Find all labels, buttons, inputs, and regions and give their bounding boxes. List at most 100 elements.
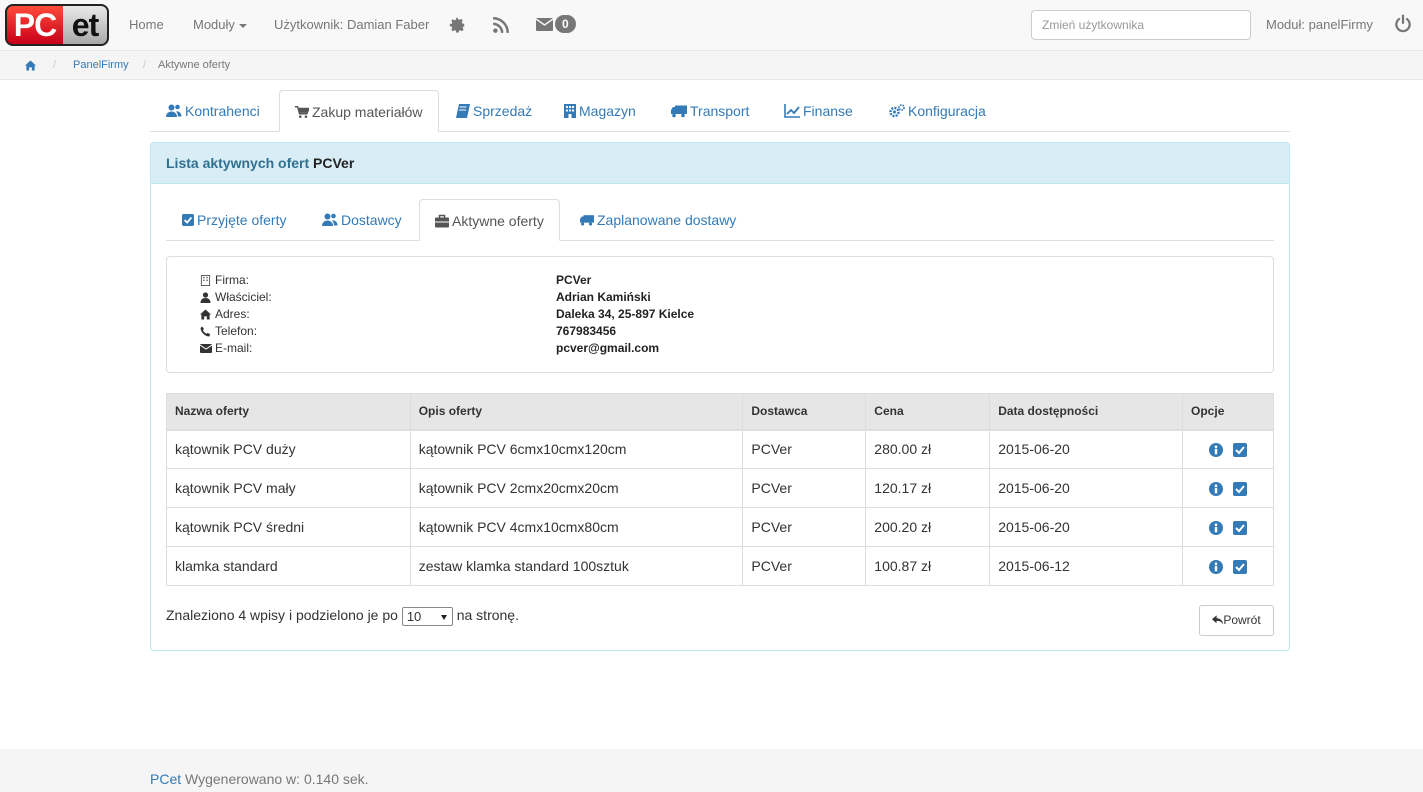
back-button-label: Powrót: [1223, 613, 1261, 627]
cell-options: [1182, 507, 1274, 547]
subtab-zaplanowane-dostawy[interactable]: Zaplanowane dostawy: [580, 199, 736, 241]
info-owner-label: Właściciel:: [215, 290, 272, 304]
subtab-aktywne-oferty[interactable]: Aktywne oferty: [419, 199, 560, 241]
messages-indicator[interactable]: 0: [535, 15, 576, 35]
pagination-info: Znaleziono 4 wpisy i podzielono je po 10…: [166, 606, 519, 626]
building-icon: [200, 275, 211, 286]
pagination-prefix: Znaleziono 4 wpisy i podzielono je po: [166, 607, 398, 623]
cell-offer-description: kątownik PCV 6cmx10cmx120cm: [409, 429, 744, 469]
info-circle-icon[interactable]: [1209, 560, 1224, 575]
cell-offer-description: kątownik PCV 2cmx20cmx20cm: [409, 468, 744, 508]
column-header[interactable]: Data dostępności: [989, 393, 1184, 431]
cell-offer-description: zestaw klamka standard 100sztuk: [409, 546, 744, 586]
tab-sprzedaz[interactable]: Sprzedaż: [456, 90, 532, 132]
power-icon[interactable]: [1394, 14, 1412, 34]
home-icon[interactable]: [25, 60, 36, 71]
tab-finanse[interactable]: Finanse: [784, 90, 853, 132]
column-header[interactable]: Cena: [865, 393, 991, 431]
info-circle-icon[interactable]: [1209, 521, 1224, 536]
top-navbar: PC et Home Moduły Użytkownik: Damian Fab…: [0, 0, 1423, 51]
line-chart-icon: [784, 104, 800, 118]
footer-text: PCet Wygenerowano w: 0.140 sek.: [150, 771, 369, 787]
panel-title-prefix: Lista aktywnych ofert: [166, 155, 310, 171]
building-icon: [564, 104, 576, 118]
cell-options: [1182, 546, 1274, 586]
tab-kontrahenci-label: Kontrahenci: [185, 103, 260, 119]
tab-zakup-materialow[interactable]: Zakup materiałów: [279, 90, 439, 132]
breadcrumb-panelfirmy-link[interactable]: PanelFirmy: [73, 51, 129, 79]
info-firma-label: Firma:: [215, 273, 249, 287]
sub-tabs: Przyjęte oferty Dostawcy Aktywne oferty …: [166, 199, 1274, 241]
change-user-input[interactable]: [1031, 10, 1251, 40]
cell-price: 280.00 zł: [865, 429, 991, 469]
info-circle-icon[interactable]: [1209, 482, 1224, 497]
tab-sprzedaz-label: Sprzedaż: [473, 103, 533, 119]
brand-logo[interactable]: PC et: [5, 4, 109, 46]
main-tabs: Kontrahenci Zakup materiałów Sprzedaż Ma…: [150, 90, 1290, 132]
info-email-label: E-mail:: [215, 341, 253, 355]
check-square-icon[interactable]: [1232, 482, 1247, 497]
subtab-dostawcy-label: Dostawcy: [341, 212, 402, 228]
back-button[interactable]: Powrót: [1199, 605, 1274, 636]
tab-zakup-materialow-label: Zakup materiałów: [312, 104, 423, 120]
per-page-select[interactable]: 10: [401, 606, 453, 626]
nav-modules-label: Moduły: [193, 17, 235, 32]
check-square-icon: [182, 214, 194, 226]
info-row-email: E-mail: pcver@gmail.com: [200, 340, 1260, 357]
envelope-icon: [200, 344, 212, 353]
breadcrumb-separator: /: [53, 59, 57, 71]
envelope-icon: [535, 17, 554, 31]
subtab-dostawcy[interactable]: Dostawcy: [322, 199, 402, 241]
check-square-icon[interactable]: [1232, 521, 1247, 536]
company-info-box: Firma: PCVer Właściciel: Adrian Kamiński…: [166, 256, 1274, 373]
user-icon: [200, 292, 211, 303]
current-module-label: Moduł: panelFirmy: [1266, 17, 1373, 32]
reply-icon: [1212, 615, 1224, 625]
panel-title-company: PCVer: [313, 155, 355, 171]
check-square-icon[interactable]: [1232, 443, 1247, 458]
cell-supplier: PCVer: [742, 507, 867, 547]
cell-availability-date: 2015-06-20: [989, 429, 1184, 469]
check-square-icon[interactable]: [1232, 560, 1247, 575]
tab-kontrahenci[interactable]: Kontrahenci: [166, 90, 260, 132]
tab-konfiguracja-label: Konfiguracja: [908, 103, 986, 119]
active-offers-panel: Lista aktywnych ofert PCVer Przyjęte ofe…: [150, 142, 1290, 651]
gear-icon[interactable]: [448, 16, 466, 34]
info-row-address: Adres: Daleka 34, 25-897 Kielce: [200, 306, 1260, 323]
subtab-przyjete-oferty-label: Przyjęte oferty: [197, 212, 287, 228]
tab-transport-label: Transport: [690, 103, 750, 119]
phone-icon: [200, 326, 211, 337]
footer-brand-link[interactable]: PCet: [150, 771, 181, 787]
briefcase-icon: [435, 214, 449, 228]
info-phone-label: Telefon:: [215, 324, 258, 338]
info-email-value: pcver@gmail.com: [556, 341, 660, 355]
page-footer: PCet Wygenerowano w: 0.140 sek.: [0, 749, 1423, 792]
tab-konfiguracja[interactable]: Konfiguracja: [889, 90, 986, 132]
breadcrumb-current: Aktywne oferty: [158, 59, 231, 71]
table-header-row: Nazwa oferty Opis oferty Dostawca Cena D…: [166, 393, 1274, 431]
rss-icon[interactable]: [492, 16, 510, 34]
info-row-phone: Telefon: 767983456: [200, 323, 1260, 340]
info-circle-icon[interactable]: [1209, 443, 1224, 458]
cell-availability-date: 2015-06-20: [989, 507, 1184, 547]
column-header[interactable]: Dostawca: [742, 393, 867, 431]
cell-options: [1182, 468, 1274, 508]
cell-offer-name: kątownik PCV duży: [166, 429, 411, 469]
home-icon: [200, 309, 211, 320]
cell-supplier: PCVer: [742, 546, 867, 586]
tab-transport[interactable]: Transport: [671, 90, 749, 132]
column-header[interactable]: Nazwa oferty: [166, 393, 411, 431]
nav-home[interactable]: Home: [129, 0, 164, 50]
nav-modules-dropdown[interactable]: Moduły: [193, 0, 247, 50]
nav-user[interactable]: Użytkownik: Damian Faber: [274, 0, 429, 50]
subtab-aktywne-oferty-label: Aktywne oferty: [452, 213, 544, 229]
messages-count-badge: 0: [555, 15, 576, 34]
info-row-firma: Firma: PCVer: [200, 272, 1260, 289]
brand-logo-et: et: [63, 4, 109, 46]
info-row-owner: Właściciel: Adrian Kamiński: [200, 289, 1260, 306]
column-header[interactable]: Opis oferty: [409, 393, 744, 431]
subtab-przyjete-oferty[interactable]: Przyjęte oferty: [182, 199, 286, 241]
info-phone-value: 767983456: [556, 324, 617, 338]
tab-magazyn[interactable]: Magazyn: [564, 90, 636, 132]
users-icon: [322, 213, 338, 226]
